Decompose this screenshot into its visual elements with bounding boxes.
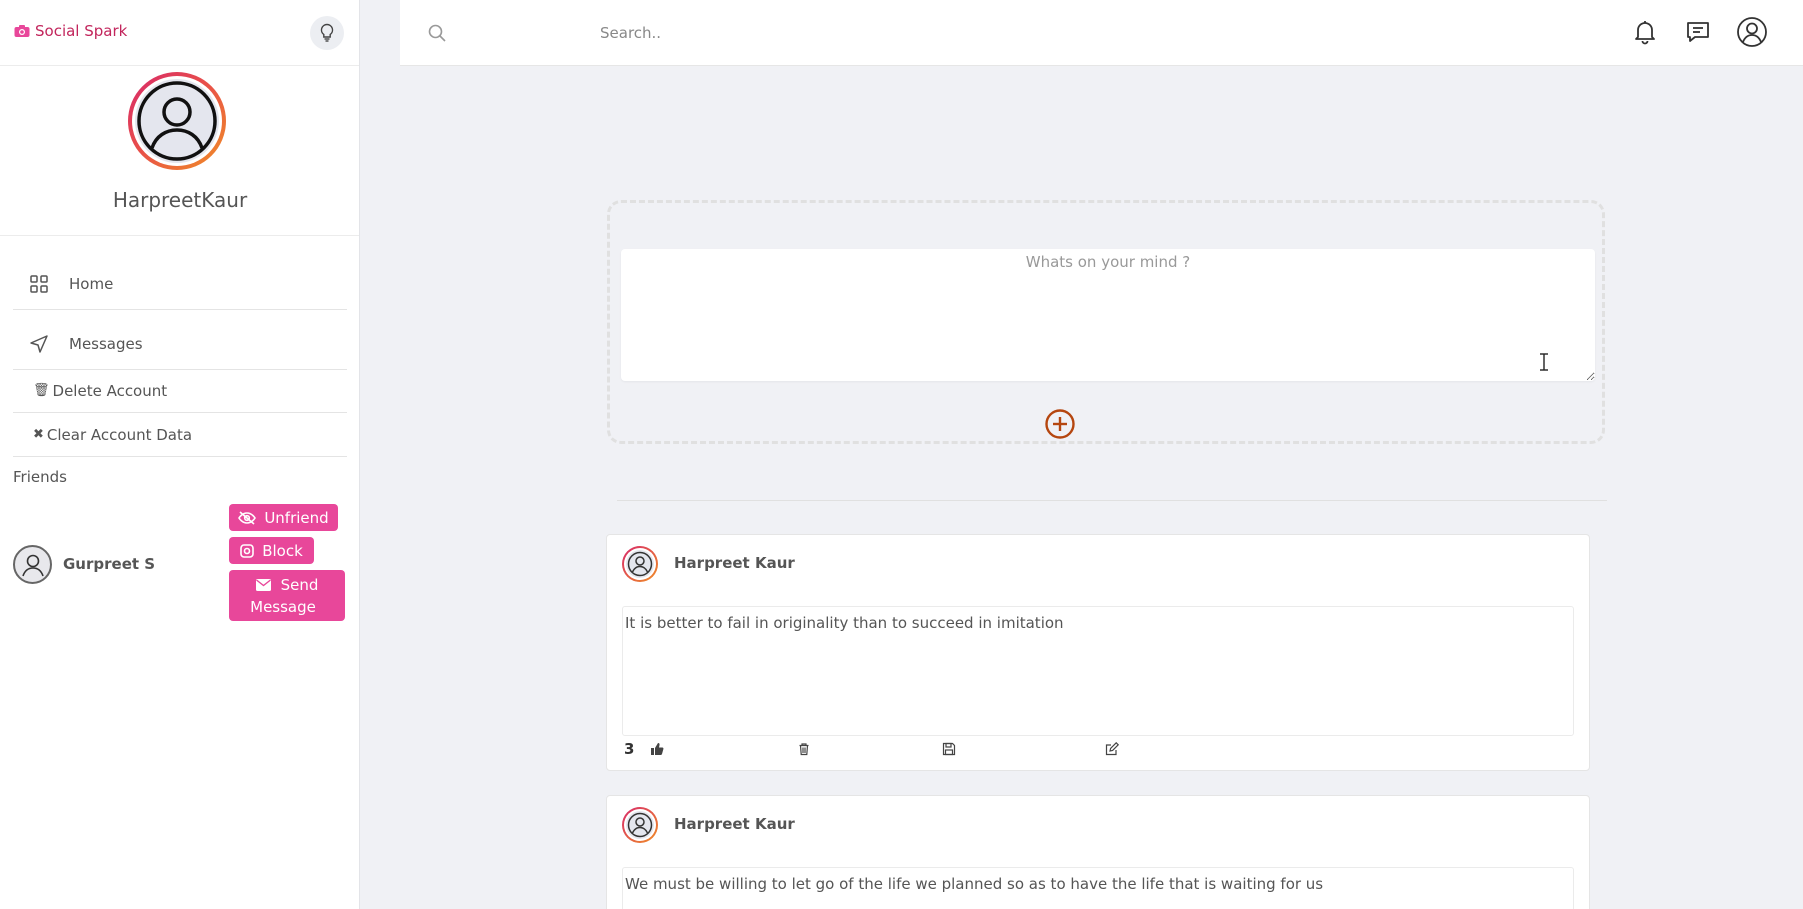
nav-home-label: Home: [69, 274, 114, 293]
lightbulb-icon: [320, 23, 334, 42]
nav-item-messages[interactable]: Messages: [13, 318, 347, 370]
save-icon[interactable]: [942, 742, 956, 756]
nav-messages-label: Messages: [69, 334, 143, 353]
send-icon: [30, 334, 48, 353]
trash-icon: 🗑: [33, 383, 50, 398]
divider: [617, 500, 1607, 501]
eye-slash-icon: [238, 510, 257, 525]
text-cursor-icon: [1540, 353, 1548, 371]
friend-avatar[interactable]: [13, 545, 52, 584]
profile-menu-icon[interactable]: [1736, 16, 1768, 48]
post-author-avatar[interactable]: [622, 546, 658, 582]
block-icon: [240, 543, 255, 558]
nav-item-clear-data[interactable]: ✖ Clear Account Data: [13, 413, 347, 457]
camera-icon: [14, 25, 30, 37]
bell-icon[interactable]: [1632, 18, 1658, 46]
profile-avatar[interactable]: [128, 72, 226, 170]
send-label-line2: Message: [250, 597, 316, 616]
post-actions: 3: [622, 739, 1574, 759]
nav-item-delete-account[interactable]: 🗑 Delete Account: [13, 369, 347, 413]
edit-icon[interactable]: [1105, 742, 1119, 756]
clear-data-label: Clear Account Data: [46, 425, 193, 444]
thumbs-up-icon[interactable]: [650, 742, 664, 756]
user-icon: [627, 551, 653, 577]
nav-item-home[interactable]: Home: [13, 258, 347, 310]
post-author-name[interactable]: Harpreet Kaur: [674, 815, 795, 833]
brand-link[interactable]: Social Spark: [14, 22, 127, 40]
search-input[interactable]: [600, 17, 1200, 49]
post-author-name[interactable]: Harpreet Kaur: [674, 554, 795, 572]
send-label-line1: Send: [280, 575, 319, 594]
send-message-button[interactable]: Send Message: [229, 570, 345, 621]
unfriend-button[interactable]: Unfriend: [229, 504, 338, 531]
profile-card: HarpreetKaur: [0, 66, 359, 236]
profile-username: HarpreetKaur: [112, 188, 248, 212]
friends-heading: Friends: [13, 468, 67, 486]
brand-name: Social Spark: [35, 22, 128, 40]
like-count: 3: [624, 740, 635, 758]
trash-icon[interactable]: [797, 742, 811, 756]
block-label: Block: [262, 541, 303, 560]
brand-bar: Social Spark: [0, 0, 359, 66]
post-card: Harpreet Kaur We must be willing to let …: [606, 795, 1590, 909]
user-icon: [627, 812, 653, 838]
theme-toggle-button[interactable]: [310, 16, 344, 50]
grid-icon: [30, 274, 48, 293]
sidebar: Social Spark HarpreetKaur Home Messages …: [0, 0, 360, 909]
add-post-button[interactable]: [1044, 408, 1076, 440]
close-icon: ✖: [33, 427, 44, 442]
user-icon: [21, 554, 44, 576]
envelope-icon: [255, 578, 271, 591]
post-author-avatar[interactable]: [622, 807, 658, 843]
post-composer: [607, 200, 1605, 444]
friend-name[interactable]: Gurpreet S: [63, 555, 155, 573]
delete-account-label: Delete Account: [52, 381, 168, 400]
unfriend-label: Unfriend: [264, 508, 329, 527]
search-icon[interactable]: [427, 23, 447, 43]
post-content[interactable]: It is better to fail in originality than…: [622, 606, 1574, 736]
block-button[interactable]: Block: [229, 537, 314, 564]
user-icon: [137, 81, 217, 161]
new-post-input[interactable]: [621, 249, 1595, 381]
top-bar: [400, 0, 1803, 66]
post-content[interactable]: We must be willing to let go of the life…: [622, 867, 1574, 909]
post-card: Harpreet Kaur It is better to fail in or…: [606, 534, 1590, 771]
message-icon[interactable]: [1685, 18, 1711, 46]
